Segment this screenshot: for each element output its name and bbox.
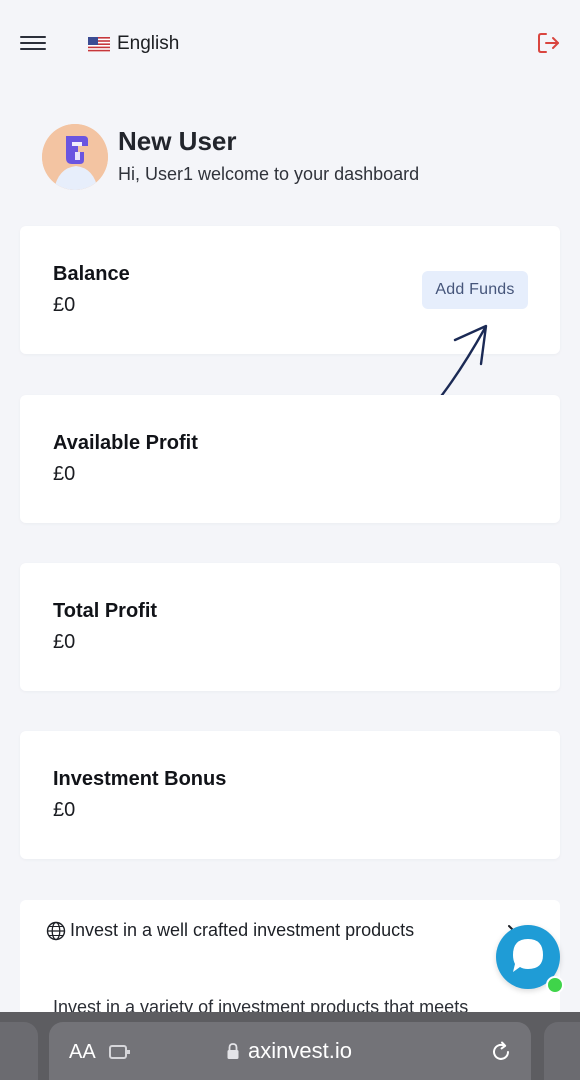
text-size-button[interactable]: AA xyxy=(69,1041,96,1064)
hamburger-menu-icon[interactable] xyxy=(20,36,46,52)
us-flag-icon xyxy=(88,36,110,52)
lock-icon xyxy=(227,1043,239,1059)
total-profit-card: Total Profit £0 xyxy=(20,563,560,691)
next-tab[interactable] xyxy=(544,1022,580,1080)
add-funds-button[interactable]: Add Funds xyxy=(422,271,528,309)
available-profit-card: Available Profit £0 xyxy=(20,395,560,523)
url-text: axinvest.io xyxy=(248,1038,352,1063)
address-bar[interactable]: AA axinvest.io xyxy=(49,1022,531,1080)
previous-tab[interactable] xyxy=(0,1022,38,1080)
balance-value: £0 xyxy=(53,294,76,316)
browser-toolbar: AA axinvest.io xyxy=(0,1012,580,1080)
investment-bonus-value: £0 xyxy=(53,799,76,821)
language-selector[interactable]: English xyxy=(88,31,179,57)
top-bar: English xyxy=(0,0,580,88)
globe-icon xyxy=(46,921,66,940)
reload-icon[interactable] xyxy=(489,1040,513,1064)
invest-header[interactable]: Invest in a well crafted investment prod… xyxy=(46,920,414,941)
avatar-illustration xyxy=(42,124,108,190)
extension-icon[interactable] xyxy=(109,1044,131,1060)
welcome-text: Hi, User1 welcome to your dashboard xyxy=(118,164,420,184)
investment-bonus-card: Investment Bonus £0 xyxy=(20,731,560,859)
total-profit-value: £0 xyxy=(53,631,76,653)
balance-title: Balance xyxy=(53,263,130,285)
avatar[interactable] xyxy=(42,124,108,190)
language-label: English xyxy=(117,33,180,54)
available-profit-value: £0 xyxy=(53,463,76,485)
invest-title: Invest in a well crafted investment prod… xyxy=(70,920,415,940)
total-profit-title: Total Profit xyxy=(53,600,158,622)
available-profit-title: Available Profit xyxy=(53,432,198,454)
user-name: New User xyxy=(118,126,237,156)
logout-icon[interactable] xyxy=(536,30,562,56)
investment-bonus-title: Investment Bonus xyxy=(53,768,227,790)
online-status-dot xyxy=(546,976,564,994)
user-header: New User Hi, User1 welcome to your dashb… xyxy=(42,124,542,190)
